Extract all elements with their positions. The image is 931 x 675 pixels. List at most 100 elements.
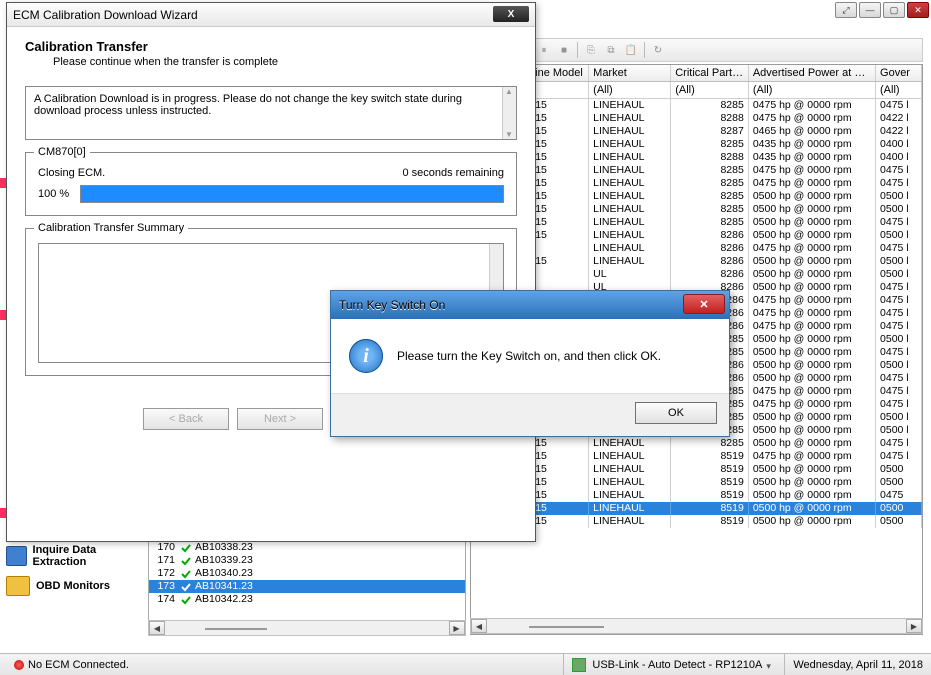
table-cell: 0500 hp @ 0000 rpm (749, 502, 876, 515)
table-row[interactable]: 170AB10338.23 (149, 541, 465, 554)
table-cell: LINEHAUL (589, 99, 671, 112)
table-cell: LINEHAUL (589, 437, 671, 450)
table-cell: LINEHAUL (589, 229, 671, 242)
chevron-down-icon[interactable] (766, 660, 776, 670)
refresh-icon[interactable]: ↻ (651, 43, 665, 57)
table-cell: 0500 hp @ 0000 rpm (749, 190, 876, 203)
table-row[interactable]: STA15LINEHAUL85190500 hp @ 0000 rpm0500 (471, 463, 922, 476)
table-cell: 0500 hp @ 0000 rpm (749, 411, 876, 424)
table-row[interactable]: 2.16STALINEHAUL82860475 hp @ 0000 rpm047… (471, 242, 922, 255)
check-icon (179, 541, 193, 554)
table-cell: LINEHAUL (589, 177, 671, 190)
alert-text: Please turn the Key Switch on, and then … (397, 349, 661, 363)
table-row[interactable]: 0.15STA15LINEHAUL82860500 hp @ 0000 rpm0… (471, 229, 922, 242)
table-row[interactable]: 7.23STA15LINEHAUL85190475 hp @ 0000 rpm0… (471, 450, 922, 463)
ecm-progress-group: CM870[0] Closing ECM. 0 seconds remainin… (25, 152, 517, 216)
sidebar: Inquire Data Extraction OBD Monitors (0, 540, 140, 653)
table-row[interactable]: 6.16STA15LINEHAUL82870465 hp @ 0000 rpm0… (471, 125, 922, 138)
alert-title: Turn Key Switch On (339, 298, 445, 312)
code-cell: AB10342.23 (193, 593, 465, 606)
row-number: 171 (149, 554, 179, 567)
table-row[interactable]: 8.16STA15LINEHAUL82880435 hp @ 0000 rpm0… (471, 151, 922, 164)
col-header[interactable]: Critical Parts List (671, 65, 749, 81)
table-cell: 8285 (671, 177, 749, 190)
col-header[interactable]: Gover (876, 65, 922, 81)
grid-header: de Engine Model Market Critical Parts Li… (471, 65, 922, 82)
scroll-right-icon[interactable]: ▶ (449, 621, 465, 635)
sidebar-item-obd[interactable]: OBD Monitors (0, 572, 140, 600)
table-row[interactable]: 172AB10340.23 (149, 567, 465, 580)
table-cell: 0475 l (876, 99, 922, 112)
table-cell: 8519 (671, 515, 749, 528)
wizard-close-button[interactable]: X (493, 6, 529, 22)
close-icon[interactable]: ✕ (907, 2, 929, 18)
export-icon[interactable]: ⎘ (584, 43, 598, 57)
max-icon[interactable]: ▢ (883, 2, 905, 18)
table-row[interactable]: STA15LINEHAUL85190500 hp @ 0000 rpm0475 (471, 489, 922, 502)
filter-cell[interactable]: (All) (876, 82, 922, 98)
table-row[interactable]: 6.15STA15LINEHAUL82850500 hp @ 0000 rpm0… (471, 437, 922, 450)
table-row[interactable]: 0.16STA15LINEHAUL82850475 hp @ 0000 rpm0… (471, 164, 922, 177)
code-cell: AB10339.23 (193, 554, 465, 567)
hscrollbar[interactable]: ◀ ▶ (470, 618, 923, 634)
table-cell: 8285 (671, 190, 749, 203)
table-cell: LINEHAUL (589, 138, 671, 151)
expand-icon[interactable]: ⤢ (835, 2, 857, 18)
table-row[interactable]: 173AB10341.23 (149, 580, 465, 593)
statusbar: No ECM Connected. USB-Link - Auto Detect… (0, 653, 931, 675)
table-row[interactable]: UL82860500 hp @ 0000 rpm0500 l (471, 268, 922, 281)
alert-titlebar[interactable]: Turn Key Switch On ✕ (331, 291, 729, 319)
min-icon[interactable]: — (859, 2, 881, 18)
progress-bar (80, 185, 504, 203)
table-row[interactable]: 4.16STA15LINEHAUL82850500 hp @ 0000 rpm0… (471, 190, 922, 203)
table-cell: 0500 hp @ 0000 rpm (749, 229, 876, 242)
table-cell: 8519 (671, 476, 749, 489)
paste-icon[interactable]: 📋 (624, 43, 638, 57)
filter-cell[interactable]: (All) (589, 82, 671, 98)
table-cell: 0475 l (876, 294, 922, 307)
table-row[interactable]: STA15LINEHAUL85190500 hp @ 0000 rpm0500 (471, 476, 922, 489)
table-cell: 8285 (671, 216, 749, 229)
pause-icon[interactable]: ⏸ (537, 43, 551, 57)
filter-cell[interactable]: (All) (671, 82, 749, 98)
monitor-icon (6, 576, 30, 596)
table-row[interactable]: 171 AB10339.23 (149, 554, 465, 567)
sidebar-item-inquire[interactable]: Inquire Data Extraction (0, 540, 140, 572)
table-row[interactable]: 174AB10342.23 (149, 593, 465, 606)
filter-cell[interactable]: (All) (749, 82, 876, 98)
table-cell: 0475 hp @ 0000 rpm (749, 398, 876, 411)
scrollbar[interactable] (502, 87, 516, 139)
window-controls: ⤢ — ▢ ✕ (833, 0, 931, 20)
table-row[interactable]: 2.16STA15LINEHAUL82850475 hp @ 0000 rpm0… (471, 177, 922, 190)
table-row[interactable]: 5.16STA15LINEHAUL82880475 hp @ 0000 rpm0… (471, 112, 922, 125)
table-cell: 0475 l (876, 307, 922, 320)
copy-icon[interactable]: ⧉ (604, 43, 618, 57)
stop-icon[interactable]: ■ (557, 43, 571, 57)
status-link[interactable]: USB-Link - Auto Detect - RP1210A (592, 659, 762, 671)
scroll-left-icon[interactable]: ◀ (471, 619, 487, 633)
table-row[interactable]: 4.14STA15LINEHAUL82850475 hp @ 0000 rpm0… (471, 99, 922, 112)
scroll-right-icon[interactable]: ▶ (906, 619, 922, 633)
table-row[interactable]: 4.15STA15LINEHAUL82860500 hp @ 0000 rpm0… (471, 255, 922, 268)
table-row[interactable]: 8.15STA15LINEHAUL82850500 hp @ 0000 rpm0… (471, 216, 922, 229)
alert-close-button[interactable]: ✕ (683, 294, 725, 314)
ok-button[interactable]: OK (635, 402, 717, 424)
col-header[interactable]: Advertised Power at RPM (749, 65, 876, 81)
table-cell: 0500 hp @ 0000 rpm (749, 515, 876, 528)
table-row[interactable]: STA15LINEHAUL85190500 hp @ 0000 rpm0500 (471, 515, 922, 528)
table-row[interactable]: STA15LINEHAUL85190500 hp @ 0000 rpm0500 (471, 502, 922, 515)
table-row[interactable]: 6.15STA15LINEHAUL82850500 hp @ 0000 rpm0… (471, 203, 922, 216)
table-cell: 0500 hp @ 0000 rpm (749, 333, 876, 346)
table-cell: 0475 hp @ 0000 rpm (749, 164, 876, 177)
scroll-left-icon[interactable]: ◀ (149, 621, 165, 635)
table-cell: 0500 l (876, 255, 922, 268)
table-cell: LINEHAUL (589, 502, 671, 515)
wizard-titlebar[interactable]: ECM Calibration Download Wizard X (7, 3, 535, 27)
wizard-message-box: A Calibration Download is in progress. P… (25, 86, 517, 140)
col-header[interactable]: Market (589, 65, 671, 81)
table-cell: 8519 (671, 489, 749, 502)
hscrollbar[interactable]: ◀ ▶ (148, 620, 466, 636)
table-row[interactable]: 7.16STA15LINEHAUL82850435 hp @ 0000 rpm0… (471, 138, 922, 151)
table-cell: 0475 l (876, 398, 922, 411)
table-cell: 0500 l (876, 424, 922, 437)
